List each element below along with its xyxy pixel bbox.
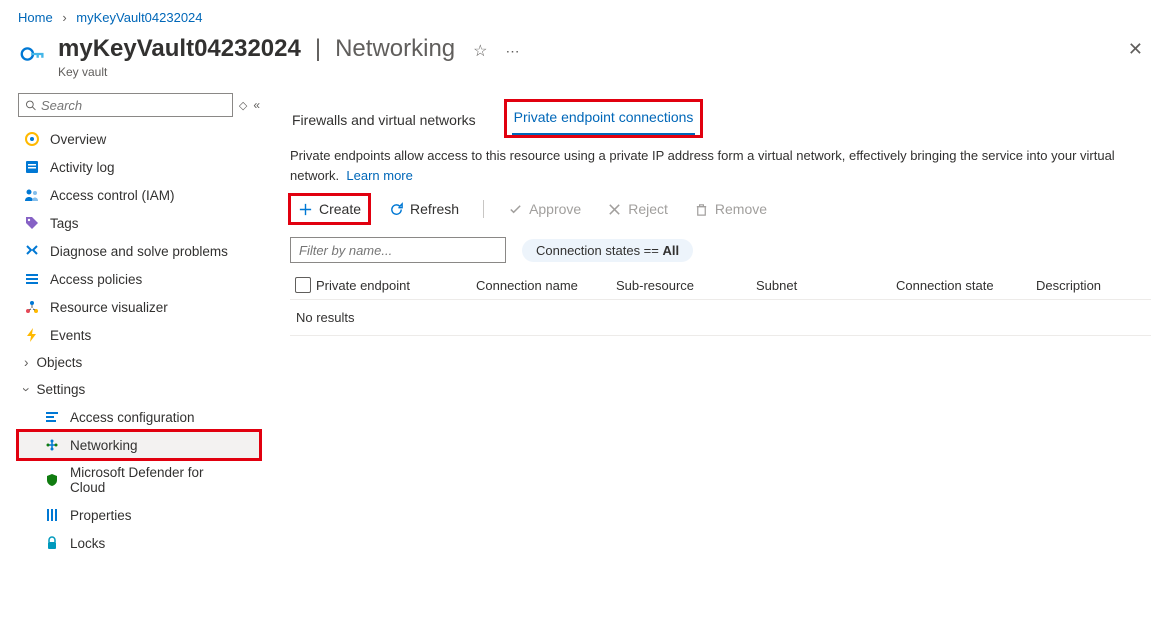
activity-log-icon: [24, 159, 40, 175]
diagnose-icon: [24, 243, 40, 259]
main-content: Firewalls and virtual networks Private e…: [260, 89, 1169, 567]
x-icon: [607, 202, 622, 217]
sidebar-label: Resource visualizer: [50, 300, 168, 315]
filter-input[interactable]: [290, 237, 506, 263]
sidebar-item-defender[interactable]: Microsoft Defender for Cloud: [18, 459, 260, 501]
more-menu-icon[interactable]: ⋯: [505, 43, 519, 60]
select-all-checkbox[interactable]: [295, 277, 311, 293]
sidebar-item-overview[interactable]: Overview: [18, 125, 260, 153]
sidebar-label: Diagnose and solve problems: [50, 244, 228, 259]
reject-button: Reject: [601, 197, 674, 221]
sidebar-label: Tags: [50, 216, 79, 231]
tags-icon: [24, 215, 40, 231]
resource-visualizer-icon: [24, 299, 40, 315]
table-header: Private endpoint Connection name Sub-res…: [290, 271, 1151, 300]
sidebar: ◇ « Overview Activity log Access control…: [0, 89, 260, 567]
sidebar-item-networking[interactable]: Networking: [18, 431, 260, 459]
check-icon: [508, 202, 523, 217]
table-empty: No results: [290, 300, 1151, 336]
th-connection-name[interactable]: Connection name: [476, 278, 616, 293]
th-private-endpoint[interactable]: Private endpoint: [316, 278, 476, 293]
sidebar-search[interactable]: [18, 93, 233, 117]
breadcrumb-separator: ›: [62, 10, 66, 25]
sidebar-item-access-control[interactable]: Access control (IAM): [18, 181, 260, 209]
page-header: myKeyVault04232024 | Networking ☆ ⋯ Key …: [0, 31, 1169, 89]
properties-icon: [44, 507, 60, 523]
sidebar-item-tags[interactable]: Tags: [18, 209, 260, 237]
tab-firewalls[interactable]: Firewalls and virtual networks: [290, 106, 478, 136]
access-config-icon: [44, 409, 60, 425]
keyvault-icon: [18, 39, 48, 69]
create-button[interactable]: Create: [292, 197, 367, 221]
th-connection-state[interactable]: Connection state: [896, 278, 1036, 293]
th-description[interactable]: Description: [1036, 278, 1151, 293]
sidebar-label: Activity log: [50, 160, 115, 175]
networking-icon: [44, 437, 60, 453]
refresh-button[interactable]: Refresh: [383, 197, 465, 221]
sidebar-item-events[interactable]: Events: [18, 321, 260, 349]
remove-button: Remove: [688, 197, 773, 221]
search-icon: [25, 99, 37, 112]
defender-icon: [44, 472, 60, 488]
sidebar-item-access-configuration[interactable]: Access configuration: [18, 403, 260, 431]
sidebar-item-diagnose[interactable]: Diagnose and solve problems: [18, 237, 260, 265]
breadcrumb: Home › myKeyVault04232024: [0, 0, 1169, 31]
resource-subtitle: Key vault: [58, 65, 519, 79]
sidebar-label: Events: [50, 328, 91, 343]
trash-icon: [694, 202, 709, 217]
th-subnet[interactable]: Subnet: [756, 278, 896, 293]
breadcrumb-home[interactable]: Home: [18, 10, 53, 25]
toolbar-separator: [483, 200, 484, 218]
sidebar-label: Microsoft Defender for Cloud: [70, 465, 220, 495]
approve-button: Approve: [502, 197, 587, 221]
page-title: Networking: [335, 35, 455, 63]
th-sub-resource[interactable]: Sub-resource: [616, 278, 756, 293]
sort-icon[interactable]: ◇: [239, 99, 247, 112]
sidebar-label: Access configuration: [70, 410, 195, 425]
filter-pill[interactable]: Connection states == All: [522, 239, 693, 262]
toolbar: Create Refresh Approve Reject Remove: [290, 195, 1151, 223]
access-control-icon: [24, 187, 40, 203]
close-icon[interactable]: ✕: [1120, 35, 1151, 64]
sidebar-label: Locks: [70, 536, 105, 551]
refresh-icon: [389, 202, 404, 217]
sidebar-item-resource-visualizer[interactable]: Resource visualizer: [18, 293, 260, 321]
favorite-star-icon[interactable]: ☆: [473, 41, 487, 61]
overview-icon: [24, 131, 40, 147]
sidebar-group-settings[interactable]: › Settings: [18, 376, 260, 403]
tab-private-endpoint[interactable]: Private endpoint connections: [512, 103, 696, 136]
sidebar-label: Objects: [37, 355, 83, 370]
sidebar-label: Properties: [70, 508, 132, 523]
chevron-right-icon: ›: [24, 355, 29, 370]
access-policies-icon: [24, 271, 40, 287]
tabs: Firewalls and virtual networks Private e…: [290, 101, 1151, 136]
locks-icon: [44, 535, 60, 551]
breadcrumb-resource[interactable]: myKeyVault04232024: [76, 10, 202, 25]
plus-icon: [298, 202, 313, 217]
chevron-down-icon: ›: [19, 387, 34, 392]
sidebar-label: Access policies: [50, 272, 142, 287]
description-text: Private endpoints allow access to this r…: [290, 146, 1151, 185]
sidebar-label: Access control (IAM): [50, 188, 175, 203]
sidebar-label: Overview: [50, 132, 106, 147]
sidebar-label: Networking: [70, 438, 138, 453]
sidebar-item-properties[interactable]: Properties: [18, 501, 260, 529]
sidebar-label: Settings: [37, 382, 86, 397]
collapse-sidebar-icon[interactable]: «: [253, 98, 260, 112]
sidebar-group-objects[interactable]: › Objects: [18, 349, 260, 376]
filter-row: Connection states == All: [290, 237, 1151, 263]
sidebar-item-activity-log[interactable]: Activity log: [18, 153, 260, 181]
learn-more-link[interactable]: Learn more: [346, 168, 412, 183]
events-icon: [24, 327, 40, 343]
title-separator: |: [315, 35, 321, 63]
resource-name: myKeyVault04232024: [58, 35, 301, 63]
sidebar-search-input[interactable]: [41, 98, 226, 113]
sidebar-item-access-policies[interactable]: Access policies: [18, 265, 260, 293]
sidebar-item-locks[interactable]: Locks: [18, 529, 260, 557]
